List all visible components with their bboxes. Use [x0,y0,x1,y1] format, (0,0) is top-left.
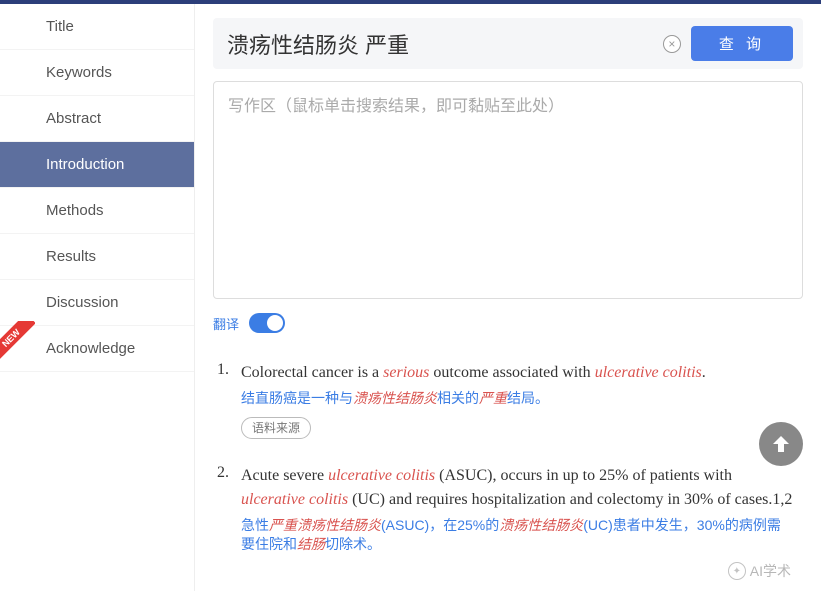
sidebar-item-abstract[interactable]: Abstract [0,96,194,142]
sidebar-item-methods[interactable]: Methods [0,188,194,234]
main-panel: × 查 询 写作区（鼠标单击搜索结果，即可黏贴至此处） 翻译 1. Colore… [195,4,821,591]
translate-label: 翻译 [213,314,239,333]
watermark: ✦ AI学术 [728,561,791,581]
wechat-icon: ✦ [728,562,746,580]
result-number: 1. [217,361,241,440]
sidebar-item-results[interactable]: Results [0,234,194,280]
search-input[interactable] [223,29,653,59]
result-zh: 结直肠癌是一种与溃疡性结肠炎相关的严重结局。 [241,389,793,409]
result-en: Acute severe ulcerative colitis (ASUC), … [241,464,793,512]
arrow-up-icon [769,432,793,456]
sidebar-item-discussion[interactable]: Discussion [0,280,194,326]
sidebar-item-keywords[interactable]: Keywords [0,50,194,96]
translate-row: 翻译 [213,313,803,333]
sidebar-item-introduction[interactable]: Introduction [0,142,194,188]
sidebar-item-acknowledge[interactable]: Acknowledge NEW [0,326,194,372]
new-badge: NEW [0,321,35,361]
translate-toggle[interactable] [249,313,285,333]
container: Title Keywords Abstract Introduction Met… [0,4,821,591]
result-body: Acute severe ulcerative colitis (ASUC), … [241,464,793,555]
result-number: 2. [217,464,241,555]
result-item[interactable]: 2. Acute severe ulcerative colitis (ASUC… [217,464,793,555]
result-item[interactable]: 1. Colorectal cancer is a serious outcom… [217,361,793,440]
toggle-knob [267,315,283,331]
result-body: Colorectal cancer is a serious outcome a… [241,361,793,440]
write-area[interactable]: 写作区（鼠标单击搜索结果，即可黏贴至此处） [213,81,803,299]
scroll-top-button[interactable] [759,422,803,466]
result-en: Colorectal cancer is a serious outcome a… [241,361,793,385]
result-zh: 急性严重溃疡性结肠炎(ASUC)，在25%的溃疡性结肠炎(UC)患者中发生，30… [241,516,793,555]
results-list: 1. Colorectal cancer is a serious outcom… [213,361,803,555]
search-row: × 查 询 [213,18,803,69]
query-button[interactable]: 查 询 [691,26,793,61]
clear-icon[interactable]: × [663,35,681,53]
sidebar: Title Keywords Abstract Introduction Met… [0,4,195,591]
source-button[interactable]: 语料来源 [241,417,311,439]
sidebar-item-title[interactable]: Title [0,4,194,50]
